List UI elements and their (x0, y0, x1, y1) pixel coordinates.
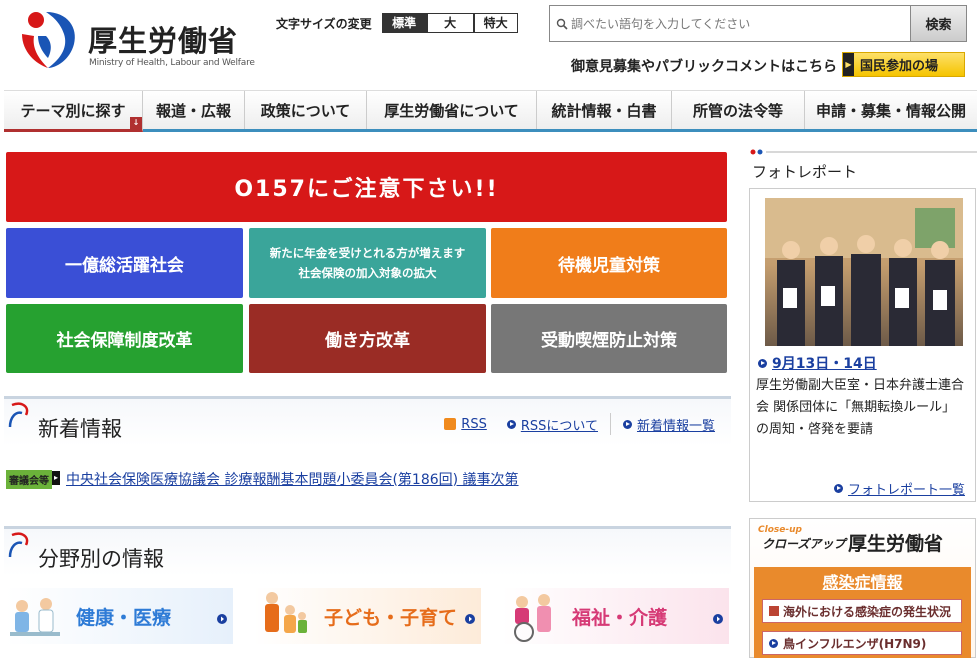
participate-label: 国民参加の場 (860, 59, 939, 74)
dots-decoration (750, 149, 977, 155)
banner-o157[interactable]: O157にご注意下さい!! (6, 152, 727, 222)
rss-about-link[interactable]: RSSについて (506, 415, 598, 434)
nav-item-statistics[interactable]: 統計情報・白書 (537, 91, 672, 129)
closeup-box: Close-up クローズアップ 厚生労働省 感染症情報 海外における感染症の発… (749, 518, 976, 658)
rss-link[interactable]: RSS (444, 417, 487, 432)
global-nav: テーマ別に探す ↓ 報道・広報 政策について 厚生労働省について 統計情報・白書… (4, 90, 977, 132)
news-item: 審議会等 中央社会保険医療協議会 診療報酬基本問題小委員会(第186回) 議事次… (6, 469, 519, 489)
nav-item-laws[interactable]: 所管の法令等 (672, 91, 805, 129)
closeup-item-label: 海外における感染症の発生状況 (783, 604, 952, 619)
photo-report-text: 厚生労働副大臣室・日本弁護士連合会 関係団体に「無期転換ルール」の周知・啓発を要… (756, 378, 965, 437)
banner-smoking[interactable]: 受動喫煙防止対策 (491, 304, 727, 373)
arrow-circle-icon (465, 614, 475, 624)
fontsize-large-button[interactable]: 大 (426, 13, 474, 33)
banner-pension[interactable]: 新たに年金を受けとれる方が増えます 社会保険の加入対象の拡大 (249, 228, 486, 298)
field-label: 健康・医療 (76, 606, 172, 629)
family-illustration-icon (254, 588, 314, 644)
rss-label: RSS (461, 416, 487, 432)
arrow-circle-icon (769, 638, 778, 648)
closeup-item-avian-flu[interactable]: 鳥インフルエンザ(H7N9) (762, 631, 962, 655)
news-item-link[interactable]: 中央社会保険医療協議会 診療報酬基本問題小委員会(第186回) 議事次第 (66, 469, 519, 489)
news-title: 新着情報 (38, 417, 122, 441)
news-list-link[interactable]: 新着情報一覧 (622, 415, 715, 434)
chevron-down-icon: ↓ (130, 117, 142, 129)
photo-report-list-label: フォトレポート一覧 (847, 483, 965, 498)
infection-info-panel: 感染症情報 海外における感染症の発生状況 鳥インフルエンザ(H7N9) (754, 567, 971, 658)
banner-social-security[interactable]: 社会保障制度改革 (6, 304, 243, 373)
swirl-icon (8, 402, 29, 428)
search-button[interactable]: 検索 (910, 6, 966, 41)
arrow-circle-icon (217, 614, 227, 624)
document-icon (769, 606, 779, 616)
search-placeholder: 調べたい語句を入力してください (571, 17, 751, 31)
fontsize-standard-button[interactable]: 標準 (381, 13, 427, 33)
field-children[interactable]: 子ども・子育て (254, 588, 481, 644)
photo-report-date-link[interactable]: 9月13日・14日 (758, 353, 877, 373)
banner-work-reform[interactable]: 働き方改革 (249, 304, 486, 373)
nav-item-label: テーマ別に探す (20, 101, 126, 120)
logo-subtitle: Ministry of Health, Labour and Welfare (89, 58, 255, 68)
photo-report-image[interactable] (765, 198, 963, 346)
nav-item-theme[interactable]: テーマ別に探す ↓ (4, 91, 143, 132)
arrow-circle-icon (713, 614, 723, 624)
news-links: RSS RSSについて 新着情報一覧 (424, 413, 715, 435)
ministry-emblem-icon (22, 12, 75, 68)
divider (609, 413, 611, 435)
banner-ichioku[interactable]: 一億総活躍社会 (6, 228, 243, 298)
search-input[interactable]: 調べたい語句を入力してください (550, 6, 910, 41)
arrow-circle-icon (833, 484, 843, 493)
closeup-sub-label: クローズアップ (762, 537, 846, 551)
arrow-circle-icon (622, 419, 632, 429)
photo-report-date: 9月13日・14日 (772, 356, 877, 372)
swirl-icon (8, 532, 29, 558)
closeup-small-label: Close-up (758, 525, 802, 535)
search-bar: 調べたい語句を入力してください 検索 (549, 5, 967, 42)
fontsize-switcher: 文字サイズの変更 標準 大 特大 (276, 12, 518, 34)
arrow-circle-icon (758, 358, 767, 368)
logo-title: 厚生労働省 (88, 24, 239, 58)
participate-button[interactable]: ▶ 国民参加の場 (842, 52, 965, 77)
arrow-circle-icon (506, 419, 516, 429)
arrow-right-icon: ▶ (843, 53, 854, 76)
nav-item-about[interactable]: 厚生労働省について (367, 91, 537, 129)
closeup-title: 厚生労働省 (848, 533, 944, 555)
rss-icon (444, 418, 457, 430)
banner-pension-line2: 社会保険の加入対象の拡大 (298, 266, 437, 280)
search-icon (556, 18, 568, 30)
fontsize-label: 文字サイズの変更 (276, 16, 372, 31)
field-label: 子ども・子育て (324, 606, 458, 629)
fields-section-header: 分野別の情報 (4, 526, 731, 576)
nav-item-applications[interactable]: 申請・募集・情報公開 (805, 91, 977, 129)
ministry-logo[interactable]: 厚生労働省 Ministry of Health, Labour and Wel… (16, 8, 266, 72)
nav-item-press[interactable]: 報道・広報 (143, 91, 245, 129)
field-label: 福祉・介護 (572, 606, 668, 629)
field-health-medical[interactable]: 健康・医療 (6, 588, 233, 644)
wheelchair-illustration-icon (502, 588, 562, 644)
opinion-link[interactable]: 御意見募集やパブリックコメントはこちら (571, 56, 837, 76)
rss-about-label: RSSについて (520, 418, 598, 434)
banner-childcare[interactable]: 待機児童対策 (491, 228, 727, 298)
closeup-item-overseas[interactable]: 海外における感染症の発生状況 (762, 599, 962, 623)
news-list-label: 新着情報一覧 (636, 418, 715, 434)
fontsize-xlarge-button[interactable]: 特大 (473, 13, 518, 33)
doctor-illustration-icon (6, 588, 66, 644)
photo-report-title: フォトレポート (752, 163, 858, 181)
infection-info-link[interactable]: 感染症情報 (754, 569, 971, 593)
news-tag: 審議会等 (6, 469, 60, 489)
field-welfare-care[interactable]: 福祉・介護 (502, 588, 729, 644)
photo-report-list-link[interactable]: フォトレポート一覧 (833, 479, 965, 498)
photo-report-box: 9月13日・14日 厚生労働副大臣室・日本弁護士連合会 関係団体に「無期転換ルー… (749, 188, 976, 502)
banner-pension-line1: 新たに年金を受けとれる方が増えます (269, 246, 466, 260)
nav-item-policy[interactable]: 政策について (245, 91, 367, 129)
closeup-item-label: 鳥インフルエンザ(H7N9) (783, 636, 927, 651)
news-section-header: 新着情報 RSS RSSについて 新着情報一覧 (4, 396, 731, 446)
fields-title: 分野別の情報 (38, 547, 164, 571)
